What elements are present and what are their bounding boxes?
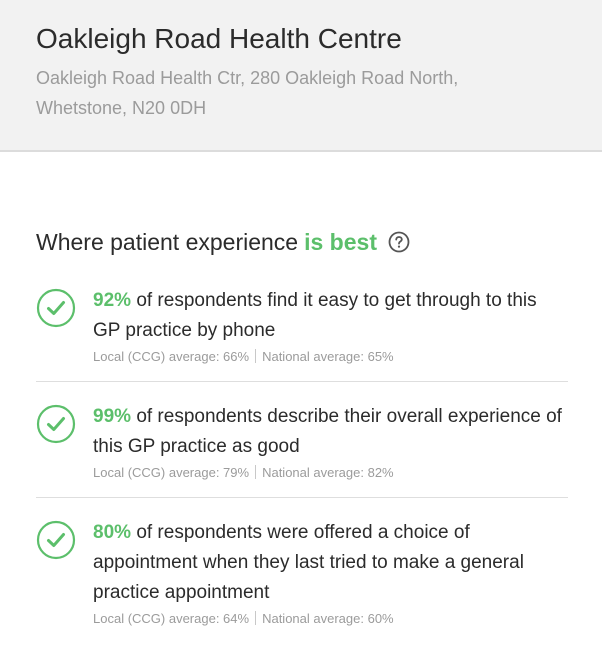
national-average: National average: 60% [262,611,394,626]
experience-list: 92% of respondents find it easy to get t… [36,280,568,643]
section-title: Where patient experience is best [36,228,602,256]
list-item: 80% of respondents were offered a choice… [36,512,568,643]
list-item: 92% of respondents find it easy to get t… [36,280,568,382]
stat-percent: 99% [93,406,132,427]
stat-percent: 92% [93,290,132,311]
local-average: Local (CCG) average: 64% [93,611,250,626]
national-average: National average: 82% [262,465,394,480]
practice-name: Oakleigh Road Health Centre [36,23,402,54]
stat-percent: 80% [93,522,132,543]
check-circle-icon [36,404,76,444]
stat-text: 92% of respondents find it easy to get t… [93,286,568,346]
stat-text: 80% of respondents were offered a choice… [93,518,568,608]
practice-header: Oakleigh Road Health Centre Oakleigh Roa… [0,0,602,152]
section-title-highlight: is best [304,229,377,255]
national-average: National average: 65% [262,349,394,364]
divider [255,349,257,363]
averages: Local (CCG) average: 79% National average… [93,465,568,481]
local-average: Local (CCG) average: 79% [93,465,250,480]
local-average: Local (CCG) average: 66% [93,349,250,364]
stat-description: of respondents were offered a choice of … [93,522,524,603]
practice-address: Oakleigh Road Health Ctr, 280 Oakleigh R… [36,68,459,118]
stat-text: 99% of respondents describe their overal… [93,402,568,462]
divider [255,465,257,479]
check-circle-icon [36,288,76,328]
check-circle-icon [36,520,76,560]
divider [255,611,257,625]
averages: Local (CCG) average: 66% National average… [93,349,568,365]
list-item: 99% of respondents describe their overal… [36,396,568,498]
list-item-body: 99% of respondents describe their overal… [93,402,568,481]
patient-experience-section: Where patient experience is best 92% of … [0,152,602,643]
stat-description: of respondents find it easy to get throu… [93,290,537,341]
section-title-prefix: Where patient experience [36,229,299,255]
list-item-body: 92% of respondents find it easy to get t… [93,286,568,365]
list-item-body: 80% of respondents were offered a choice… [93,518,568,627]
averages: Local (CCG) average: 64% National average… [93,611,568,627]
question-circle-icon[interactable] [388,231,410,253]
stat-description: of respondents describe their overall ex… [93,406,562,457]
